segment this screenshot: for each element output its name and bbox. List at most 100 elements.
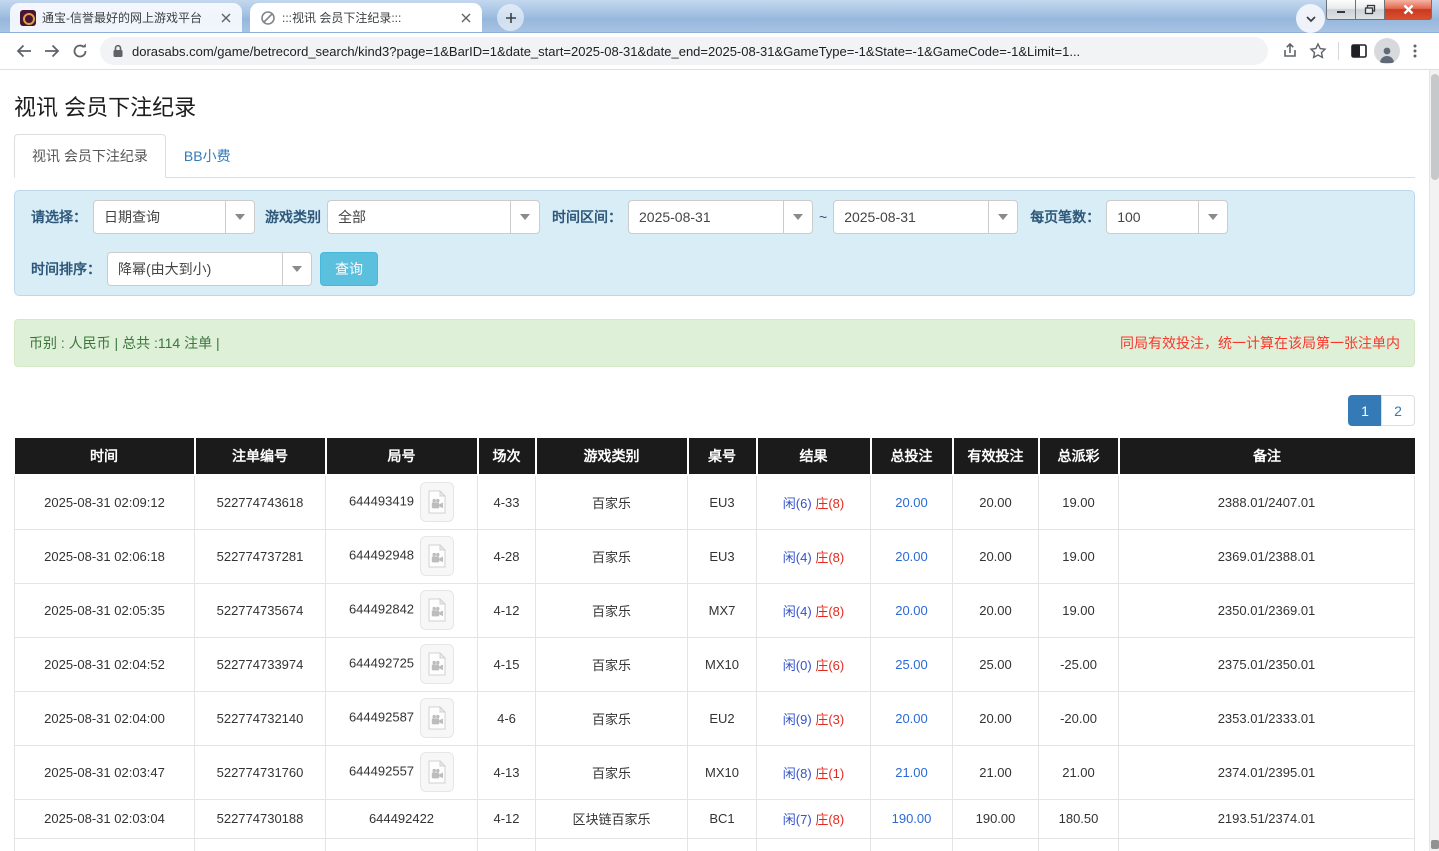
toolbar-divider	[1338, 42, 1339, 60]
result-player: 闲(4)	[782, 549, 812, 565]
cell-payout: 19.00	[1038, 474, 1119, 530]
cell-game-type: 百家乐	[535, 690, 688, 746]
cell-round-no: 644492557	[325, 744, 478, 800]
total-bet-link[interactable]: 20.00	[895, 549, 928, 564]
result-player: 闲(6)	[782, 495, 812, 511]
cell-session: 4-12	[477, 798, 536, 839]
cell-result: 闲(0) 庄(6)	[756, 636, 871, 692]
cell-valid-bet: 25.00	[952, 636, 1039, 692]
table-body: 2025-08-31 02:09:12 522774743618 644493419…	[14, 474, 1415, 851]
tab1-favicon-icon	[20, 9, 36, 26]
chevron-down-icon[interactable]	[988, 200, 1019, 234]
cell-result: 闲(7) 庄(8)	[756, 798, 871, 839]
new-tab-button[interactable]	[497, 4, 524, 31]
result-player: 闲(7)	[782, 812, 812, 827]
bookmark-star-icon[interactable]	[1304, 37, 1332, 65]
cell-round-no: 644493419	[325, 474, 478, 530]
pagination-page-1[interactable]: 1	[1348, 395, 1382, 426]
column-header: 有效投注	[952, 438, 1040, 476]
page-size-select[interactable]: 100	[1106, 200, 1229, 234]
cell-game-type: 区块链百家乐	[535, 837, 688, 851]
result-banker: 庄(6)	[815, 657, 845, 673]
chevron-down-icon[interactable]	[225, 200, 255, 234]
tab-bet-records[interactable]: 视讯 会员下注纪录	[14, 134, 166, 178]
cell-time: 2025-08-31 02:06:18	[14, 528, 195, 584]
table-row: 2025-08-31 02:03:47 522774731760 644492557…	[14, 744, 1415, 800]
cell-game-type: 百家乐	[535, 528, 688, 584]
cell-total-bet: 21.00	[870, 744, 953, 800]
reload-button[interactable]	[66, 37, 94, 65]
search-button[interactable]: 查询	[320, 252, 378, 286]
chevron-down-icon[interactable]	[510, 200, 540, 234]
total-bet-link[interactable]: 20.00	[895, 711, 928, 726]
tab1-close-icon[interactable]	[218, 10, 234, 26]
cell-payout: -25.00	[1038, 636, 1119, 692]
round-no: 644492422	[368, 811, 435, 826]
video-replay-button[interactable]	[420, 590, 455, 630]
cell-time: 2025-08-31 02:09:12	[14, 474, 195, 530]
total-bet-link[interactable]: 25.00	[895, 657, 928, 672]
cell-session: 4-13	[477, 744, 536, 800]
forward-button[interactable]	[38, 37, 66, 65]
cell-total-bet: 20.00	[870, 474, 953, 530]
total-bet-link[interactable]: 20.00	[895, 603, 928, 618]
cell-game-type: 百家乐	[535, 474, 688, 530]
share-icon[interactable]	[1276, 37, 1304, 65]
video-replay-button[interactable]	[420, 698, 455, 738]
cell-time: 2025-08-31 02:03:04	[14, 798, 195, 839]
page-content: 视讯 会员下注纪录 视讯 会员下注纪录 BB小费 请选择： 日期查询 游戏类别 …	[0, 70, 1439, 851]
browser-window: 通宝-信誉最好的网上游戏平台 :::视讯 会员下注纪录::: dorasabs.…	[0, 0, 1439, 851]
tab2-close-icon[interactable]	[458, 10, 474, 26]
round-no: 644492725	[348, 655, 415, 671]
side-panel-icon[interactable]	[1345, 37, 1373, 65]
cell-session: 4-10	[477, 837, 536, 851]
cell-round-no: 644492725	[325, 636, 478, 692]
cell-total-bet: 20.00	[870, 528, 953, 584]
cell-bet-no: 522774737281	[194, 528, 326, 584]
cell-valid-bet: 300.00	[952, 837, 1039, 851]
restore-button[interactable]	[1356, 0, 1385, 20]
date-start-select[interactable]: 2025-08-31	[628, 200, 813, 234]
video-replay-button[interactable]	[420, 536, 455, 576]
date-end-select[interactable]: 2025-08-31	[833, 200, 1019, 234]
query-type-select[interactable]: 日期查询	[93, 200, 255, 234]
cell-valid-bet: 20.00	[952, 690, 1039, 746]
chevron-down-icon[interactable]	[783, 200, 813, 234]
total-bet-link[interactable]: 190.00	[892, 811, 932, 826]
address-bar[interactable]: dorasabs.com/game/betrecord_search/kind3…	[100, 37, 1268, 65]
summary-bar: 币别 : 人民币 | 总共 :114 注单 | 同局有效投注，统一计算在该局第一…	[14, 319, 1415, 367]
sort-select[interactable]: 降幂(由大到小)	[107, 252, 312, 286]
window-titlebar: 通宝-信誉最好的网上游戏平台 :::视讯 会员下注纪录:::	[0, 0, 1439, 33]
column-header: 时间	[14, 438, 196, 476]
game-type-select[interactable]: 全部	[327, 200, 540, 234]
result-banker: 庄(8)	[815, 603, 845, 619]
tab-bb-tip[interactable]: BB小费	[166, 134, 249, 178]
minimize-button[interactable]	[1326, 0, 1356, 20]
menu-kebab-icon[interactable]	[1401, 37, 1429, 65]
profile-avatar[interactable]	[1373, 37, 1401, 65]
cell-table-no: EU3	[687, 474, 757, 530]
column-header: 结果	[756, 438, 872, 476]
result-banker: 庄(1)	[815, 765, 845, 781]
cell-payout: -20.00	[1038, 690, 1119, 746]
pagination-page-2[interactable]: 2	[1381, 395, 1415, 426]
cell-bet-no: 522774733974	[194, 636, 326, 692]
chevron-down-icon[interactable]	[1198, 200, 1229, 234]
scrollbar-thumb[interactable]	[1431, 74, 1439, 180]
chevron-down-icon[interactable]	[282, 252, 312, 286]
tab-search-chevron-button[interactable]	[1296, 4, 1325, 33]
video-replay-button[interactable]	[420, 482, 455, 523]
close-button[interactable]	[1385, 0, 1432, 20]
video-replay-button[interactable]	[420, 644, 455, 684]
cell-total-bet: 20.00	[870, 690, 953, 746]
scrollbar-bottom[interactable]	[1431, 840, 1439, 849]
scrollbar[interactable]	[1429, 70, 1439, 851]
video-replay-button[interactable]	[420, 752, 455, 792]
browser-tab-2-active[interactable]: :::视讯 会员下注纪录:::	[250, 3, 482, 32]
total-bet-link[interactable]: 20.00	[895, 495, 928, 510]
browser-tab-1[interactable]: 通宝-信誉最好的网上游戏平台	[10, 3, 242, 32]
total-bet-link[interactable]: 21.00	[895, 765, 928, 780]
result-player: 闲(4)	[782, 603, 812, 619]
cell-bet-no: 522774743618	[194, 474, 326, 530]
back-button[interactable]	[10, 37, 38, 65]
